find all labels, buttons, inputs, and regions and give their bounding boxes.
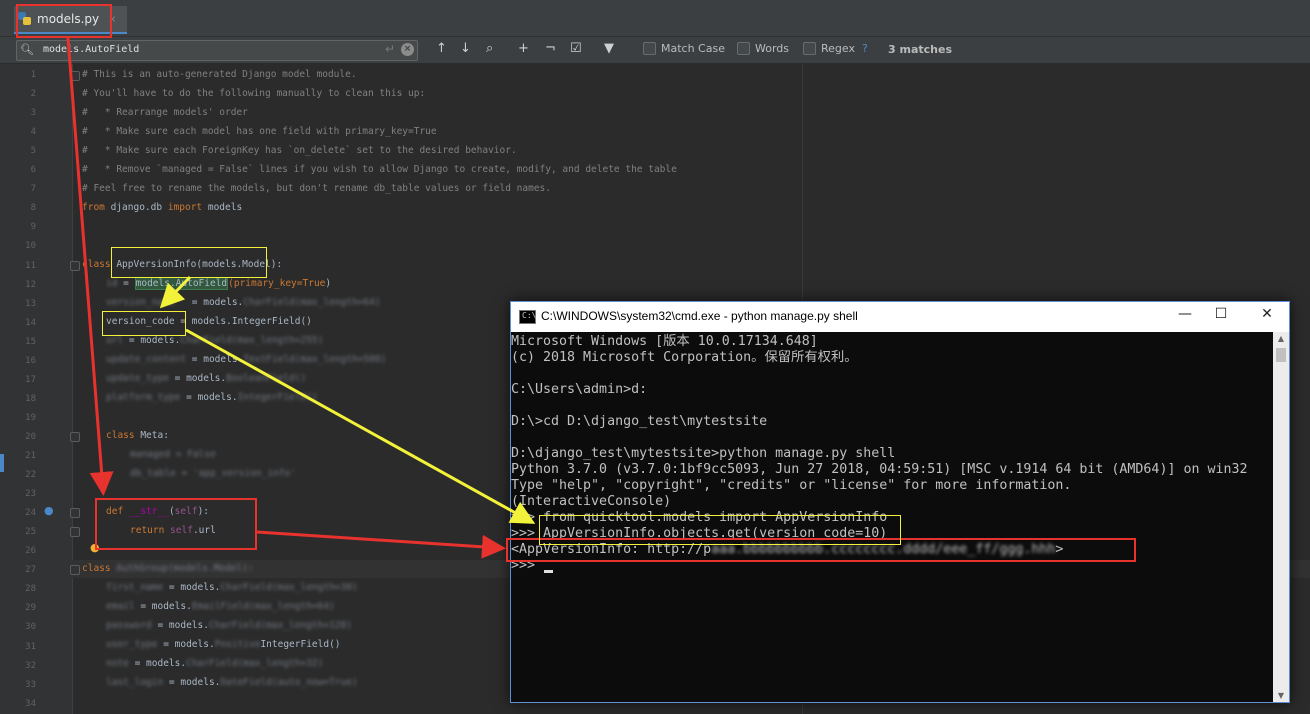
yellow-annotation-box-query <box>539 515 901 545</box>
code-line-27: class AuthGroup(models.Model): <box>82 563 254 574</box>
code-line-28: first_name = models.CharField(max_length… <box>106 582 358 593</box>
code-line-31: user_type = models.PositiveIntegerField(… <box>106 639 341 650</box>
code-line-20: class Meta: <box>106 430 169 441</box>
scroll-thumb[interactable] <box>1276 348 1286 362</box>
scroll-up-icon[interactable]: ▲ <box>1273 334 1289 343</box>
console-line: D:\>cd D:\django_test\mytestsite <box>511 414 768 429</box>
text-cursor <box>544 570 553 573</box>
console-line: Microsoft Windows [版本 10.0.17134.648] <box>511 334 818 349</box>
code-line-4: # * Make sure each model has one field w… <box>82 126 437 137</box>
close-button[interactable]: ✕ <box>1257 306 1277 322</box>
console-line: C:\Users\admin>d: <box>511 382 648 397</box>
code-line-2: # You'll have to do the following manual… <box>82 88 426 99</box>
cmd-window-title: C:\WINDOWS\system32\cmd.exe - python man… <box>541 309 858 323</box>
code-line-6: # * Remove `managed = False` lines if yo… <box>82 164 677 175</box>
maximize-button[interactable]: ☐ <box>1211 306 1231 322</box>
yellow-annotation-box-class <box>111 247 267 278</box>
code-line-21: managed = False <box>130 449 216 460</box>
code-line-22: db_table = 'app_version_info' <box>130 468 296 479</box>
code-line-18: platform_type = models.IntegerField() <box>106 392 318 403</box>
cmd-window[interactable]: C:\ C:\WINDOWS\system32\cmd.exe - python… <box>510 301 1290 703</box>
code-line-1: # This is an auto-generated Django model… <box>82 69 357 80</box>
code-line-30: password = models.CharField(max_length=1… <box>106 620 352 631</box>
cmd-app-icon: C:\ <box>519 310 536 324</box>
red-annotation-box-str-method <box>95 498 257 550</box>
console-line: (InteractiveConsole) <box>511 494 672 509</box>
cmd-title-bar[interactable]: C:\ C:\WINDOWS\system32\cmd.exe - python… <box>511 302 1289 332</box>
console-line: (c) 2018 Microsoft Corporation。保留所有权利。 <box>511 350 858 365</box>
cmd-scrollbar[interactable]: ▲ ▼ <box>1273 332 1289 702</box>
scroll-down-icon[interactable]: ▼ <box>1273 691 1289 700</box>
code-line-32: note = models.CharField(max_length=32) <box>106 658 324 669</box>
code-line-5: # * Make sure each ForeignKey has `on_de… <box>82 145 517 156</box>
console-line: D:\django_test\mytestsite>python manage.… <box>511 446 896 461</box>
code-line-15: url = models.CharField(max_length=255) <box>106 335 324 346</box>
code-line-29: email = models.EmailField(max_length=64) <box>106 601 335 612</box>
console-line: Python 3.7.0 (v3.7.0:1bf9cc5093, Jun 27 … <box>511 462 1248 477</box>
code-line-16: update_content = models.TextField(max_le… <box>106 354 387 365</box>
code-line-12: id = models.AutoField(primary_key=True) <box>106 277 332 290</box>
yellow-annotation-box-version-code <box>102 311 186 336</box>
red-annotation-box-tab <box>16 4 112 38</box>
code-line-33: last_login = models.DateField(auto_now=T… <box>106 677 358 688</box>
code-line-3: # * Rearrange models' order <box>82 107 248 118</box>
console-line: Type "help", "copyright", "credits" or "… <box>511 478 1072 493</box>
code-line-7: # Feel free to rename the models, but do… <box>82 183 551 194</box>
code-line-17: update_type = models.BooleanField() <box>106 373 307 384</box>
search-match-highlight: models.AutoField <box>134 277 229 290</box>
code-line-8: from django.db import models <box>82 202 243 213</box>
code-line-13: version_name = models.CharField(max_leng… <box>106 297 381 308</box>
minimize-button[interactable]: — <box>1175 306 1195 322</box>
